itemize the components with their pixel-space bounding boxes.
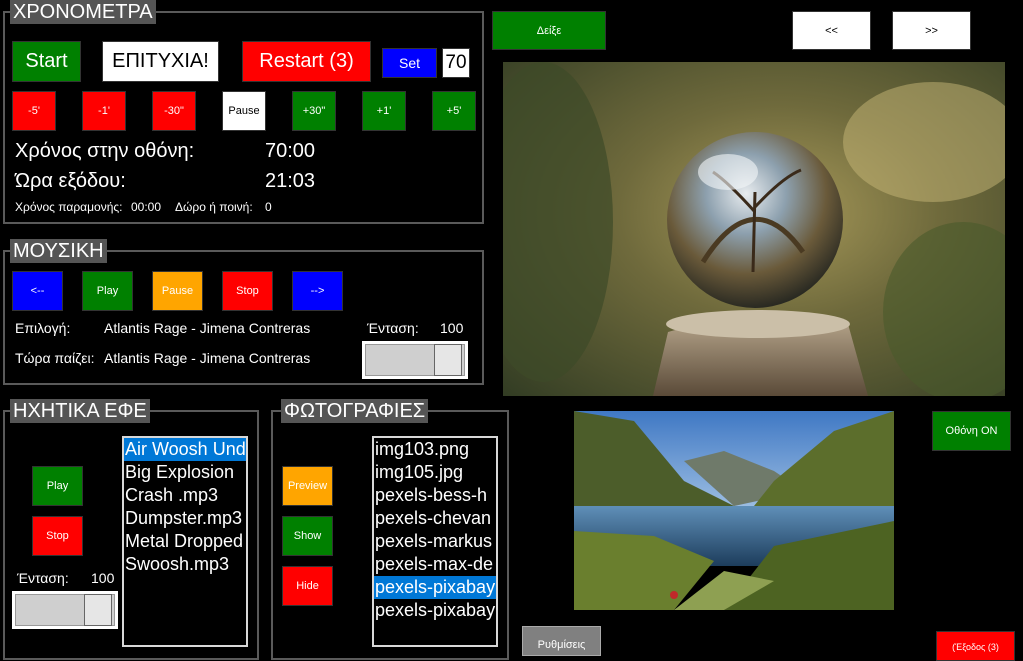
show-button[interactable]: Δείξε bbox=[492, 11, 606, 50]
music-prev-button[interactable]: <-- bbox=[12, 271, 63, 311]
prev-image-button[interactable]: << bbox=[792, 11, 871, 50]
screen-on-button[interactable]: Οθόνη ON bbox=[932, 411, 1011, 451]
now-playing-label: Τώρα παίζει: bbox=[15, 350, 95, 366]
timers-title: ΧΡΟΝΟΜΕΤΡΑ bbox=[10, 0, 156, 24]
music-volume-value: 100 bbox=[440, 320, 464, 336]
exit-time-label: Ώρα εξόδου: bbox=[15, 170, 126, 192]
settings-button[interactable]: Ρυθμίσεις bbox=[522, 626, 601, 656]
plus-5-button[interactable]: +5' bbox=[432, 91, 476, 131]
screen-time-value: 70:00 bbox=[265, 140, 316, 162]
show-photo-button[interactable]: Show bbox=[282, 516, 333, 556]
sfx-volume-value: 100 bbox=[91, 570, 115, 586]
gift-value: 0 bbox=[265, 200, 272, 214]
sfx-stop-button[interactable]: Stop bbox=[32, 516, 83, 556]
sfx-list-item[interactable]: Crash .mp3 bbox=[124, 484, 246, 507]
exit-time-value: 21:03 bbox=[265, 170, 316, 192]
minus-5-button[interactable]: -5' bbox=[12, 91, 56, 131]
set-value-input[interactable]: 70 bbox=[442, 48, 470, 78]
preview-image bbox=[503, 62, 1005, 396]
music-volume-label: Ένταση: bbox=[367, 320, 419, 336]
sfx-list-item[interactable]: Metal Dropped bbox=[124, 530, 246, 553]
music-selection-label: Επιλογή: bbox=[15, 320, 71, 336]
music-volume-track bbox=[365, 344, 465, 376]
next-image-button[interactable]: >> bbox=[892, 11, 971, 50]
sfx-list-item[interactable]: Big Explosion bbox=[124, 461, 246, 484]
music-pause-button[interactable]: Pause bbox=[152, 271, 203, 311]
photo-list-item[interactable]: pexels-chevan bbox=[374, 507, 496, 530]
hide-photo-button[interactable]: Hide bbox=[282, 566, 333, 606]
photos-title: ΦΩΤΟΓΡΑΦΙΕΣ bbox=[281, 399, 429, 423]
plus-1-button[interactable]: +1' bbox=[362, 91, 406, 131]
minus-1-button[interactable]: -1' bbox=[82, 91, 126, 131]
music-next-button[interactable]: --> bbox=[292, 271, 343, 311]
music-stop-button[interactable]: Stop bbox=[222, 271, 273, 311]
sfx-listbox[interactable]: Air Woosh Und Big Explosion Crash .mp3 Dump… bbox=[122, 436, 248, 647]
stay-time-label: Χρόνος παραμονής: bbox=[15, 200, 123, 214]
sfx-volume-label: Ένταση: bbox=[17, 570, 69, 586]
lake-landscape-photo bbox=[574, 411, 894, 610]
pause-timer-button[interactable]: Pause bbox=[222, 91, 266, 131]
sfx-play-button[interactable]: Play bbox=[32, 466, 83, 506]
photo-listbox[interactable]: img103.png img105.jpg pexels-bess-h pexels-… bbox=[372, 436, 498, 647]
music-volume-slider[interactable] bbox=[362, 341, 468, 379]
sfx-list-item[interactable]: Dumpster.mp3 bbox=[124, 507, 246, 530]
plus-30-button[interactable]: +30" bbox=[292, 91, 336, 131]
music-volume-thumb[interactable] bbox=[434, 344, 462, 376]
sfx-volume-slider[interactable] bbox=[12, 591, 118, 629]
photo-list-item[interactable]: pexels-bess-h bbox=[374, 484, 496, 507]
set-button[interactable]: Set bbox=[382, 48, 437, 78]
preview-button[interactable]: Preview bbox=[282, 466, 333, 506]
photo-list-item[interactable]: pexels-max-de bbox=[374, 553, 496, 576]
sfx-list-item[interactable]: Air Woosh Und bbox=[124, 438, 246, 461]
exit-button[interactable]: (Έξοδος (3) bbox=[936, 631, 1015, 661]
minus-30-button[interactable]: -30" bbox=[152, 91, 196, 131]
landscape-image bbox=[574, 411, 894, 610]
now-playing-value: Atlantis Rage - Jimena Contreras bbox=[104, 350, 311, 366]
music-title: ΜΟΥΣΙΚΗ bbox=[10, 239, 107, 263]
sfx-list-item[interactable]: Swoosh.mp3 bbox=[124, 553, 246, 576]
sfx-title: ΗΧΗΤΙΚΑ ΕΦΕ bbox=[10, 399, 150, 423]
music-selection-value: Atlantis Rage - Jimena Contreras bbox=[104, 320, 311, 336]
gift-label: Δώρο ή ποινή: bbox=[175, 200, 253, 214]
crystal-ball-photo bbox=[503, 62, 1005, 396]
start-button[interactable]: Start bbox=[12, 41, 81, 82]
status-display: ΕΠΙΤΥΧΙΑ! bbox=[102, 41, 219, 82]
screen-time-label: Χρόνος στην οθόνη: bbox=[15, 140, 195, 162]
photo-list-item[interactable]: pexels-markus bbox=[374, 530, 496, 553]
music-play-button[interactable]: Play bbox=[82, 271, 133, 311]
stay-time-value: 00:00 bbox=[131, 200, 162, 214]
restart-button[interactable]: Restart (3) bbox=[242, 41, 371, 82]
photo-list-item[interactable]: img103.png bbox=[374, 438, 496, 461]
sfx-volume-thumb[interactable] bbox=[84, 594, 112, 626]
photo-list-item[interactable]: pexels-pixabay bbox=[374, 576, 496, 599]
sfx-volume-track bbox=[15, 594, 115, 626]
photo-list-item[interactable]: img105.jpg bbox=[374, 461, 496, 484]
photo-list-item[interactable]: pexels-pixabay bbox=[374, 599, 496, 622]
